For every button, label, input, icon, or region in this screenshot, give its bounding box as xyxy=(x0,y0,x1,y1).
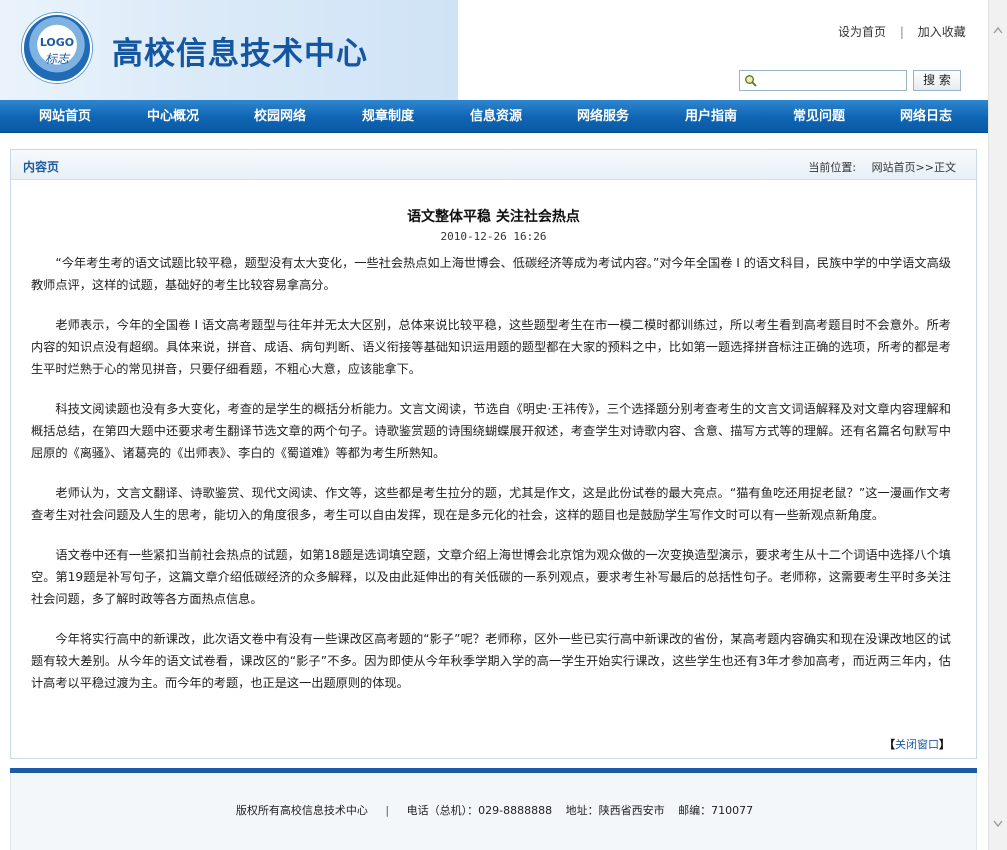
nav-item-user-guide[interactable]: 用户指南 xyxy=(685,100,737,133)
breadcrumb: 当前位置: 网站首页>>正文 xyxy=(808,159,956,175)
vertical-scrollbar[interactable] xyxy=(988,0,1007,850)
close-bracket-open: 【 xyxy=(884,738,895,751)
article-paragraph: 科技文阅读题也没有多大变化，考查的是学生的概括分析能力。文言文阅读，节选自《明史… xyxy=(31,402,951,460)
nav-item-services[interactable]: 网络服务 xyxy=(577,100,629,133)
article-date: 2010-12-26 16:26 xyxy=(440,230,547,243)
footer-postcode: 邮编：710077 xyxy=(678,804,754,817)
add-favorite-link[interactable]: 加入收藏 xyxy=(918,23,966,40)
chevron-up-icon[interactable] xyxy=(993,26,1003,34)
article-paragraph: 今年将实行高中的新课改，此次语文卷中有没有一些课改区高考题的“影子”呢？老师称，… xyxy=(31,632,951,690)
chevron-down-icon[interactable] xyxy=(993,820,1003,828)
article-body: “今年考生考的语文试题比较平稳，题型没有太大变化，一些社会热点如上海世博会、低碳… xyxy=(31,252,951,712)
nav-item-resources[interactable]: 信息资源 xyxy=(470,100,522,133)
site-logo[interactable]: LOGO 标志 xyxy=(22,13,92,83)
nav-item-regulations[interactable]: 规章制度 xyxy=(362,100,414,133)
article-title: 语文整体平稳 关注社会热点 xyxy=(407,209,580,225)
breadcrumb-path[interactable]: 网站首页>>正文 xyxy=(872,159,956,175)
breadcrumb-label: 当前位置: xyxy=(808,161,857,174)
page-header: LOGO 标志 高校信息技术中心 设为首页 | 加入收藏 搜 索 xyxy=(0,0,988,100)
footer-copyright: 版权所有高校信息技术中心 xyxy=(235,804,368,817)
footer-separator: | xyxy=(385,804,390,817)
nav-item-log[interactable]: 网络日志 xyxy=(900,100,952,133)
article-paragraph: “今年考生考的语文试题比较平稳，题型没有太大变化，一些社会热点如上海世博会、低碳… xyxy=(31,256,951,292)
panel-header: 内容页 当前位置: 网站首页>>正文 xyxy=(11,150,976,180)
main-nav: 网站首页 中心概况 校园网络 规章制度 信息资源 网络服务 用户指南 常见问题 … xyxy=(0,100,988,133)
close-window-label[interactable]: 关闭窗口 xyxy=(895,738,939,751)
set-home-link[interactable]: 设为首页 xyxy=(838,23,886,40)
footer-info: 版权所有高校信息技术中心 | 电话（总机）：029-8888888 地址：陕西省… xyxy=(11,802,978,818)
site-title: 高校信息技术中心 xyxy=(112,36,368,72)
nav-item-home[interactable]: 网站首页 xyxy=(39,100,91,133)
top-links-separator: | xyxy=(899,25,904,39)
content-panel: 内容页 当前位置: 网站首页>>正文 语文整体平稳 关注社会热点 2010-12… xyxy=(10,149,977,759)
panel-label: 内容页 xyxy=(23,160,60,174)
nav-item-overview[interactable]: 中心概况 xyxy=(147,100,199,133)
page-footer: 版权所有高校信息技术中心 | 电话（总机）：029-8888888 地址：陕西省… xyxy=(10,773,977,850)
search-icon xyxy=(745,75,757,87)
search-input[interactable] xyxy=(739,70,907,91)
logo-text: LOGO xyxy=(39,36,75,49)
close-bracket-close: 】 xyxy=(939,738,950,751)
search-button[interactable]: 搜 索 xyxy=(913,70,961,91)
close-window-link[interactable]: 【关闭窗口】 xyxy=(884,736,950,752)
nav-item-campus-network[interactable]: 校园网络 xyxy=(254,100,306,133)
top-links: 设为首页 | 加入收藏 xyxy=(838,23,966,40)
header-banner: LOGO 标志 高校信息技术中心 xyxy=(0,0,458,100)
footer-phone: 电话（总机）：029-8888888 xyxy=(406,804,553,817)
nav-item-faq[interactable]: 常见问题 xyxy=(793,100,845,133)
article-paragraph: 老师认为，文言文翻译、诗歌鉴赏、现代文阅读、作文等，这些都是考生拉分的题，尤其是… xyxy=(31,486,951,522)
logo-subtext: 标志 xyxy=(44,52,69,66)
footer-address: 地址：陕西省西安市 xyxy=(565,804,665,817)
article-paragraph: 语文卷中还有一些紧扣当前社会热点的试题，如第18题是选词填空题，文章介绍上海世博… xyxy=(31,548,951,606)
article-paragraph: 老师表示，今年的全国卷 I 语文高考题型与往年并无太大区别，总体来说比较平稳，这… xyxy=(31,318,951,376)
